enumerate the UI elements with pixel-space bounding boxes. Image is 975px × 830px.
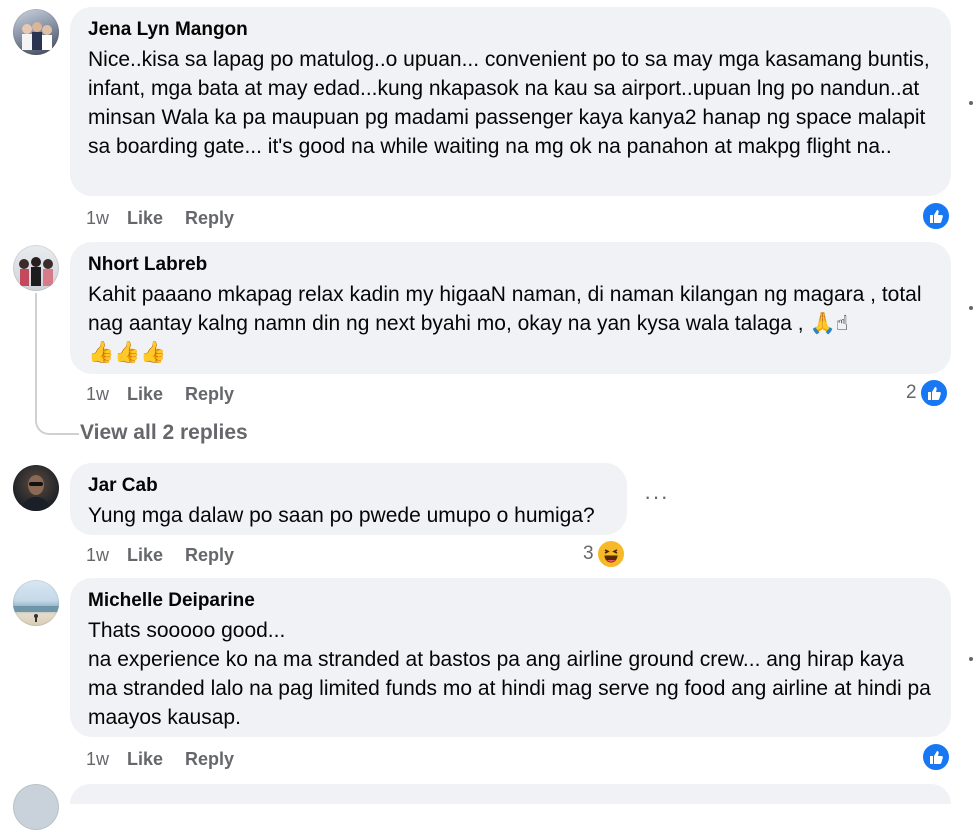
like-button[interactable]: Like [127, 749, 163, 770]
more-options-icon[interactable] [969, 101, 973, 105]
comment-emojis: 👍👍👍 [88, 341, 167, 364]
comment-bubble: Jena Lyn Mangon Nice..kisa sa lapag po m… [70, 7, 951, 196]
comment-bubble: Nhort Labreb Kahit paaano mkapag relax k… [70, 242, 951, 374]
avatar-nhort-labreb[interactable] [13, 245, 59, 291]
reaction-summary[interactable] [921, 201, 951, 231]
like-button[interactable]: Like [127, 208, 163, 229]
comment-timestamp[interactable]: 1w [86, 749, 109, 770]
comment-bubble: Michelle Deiparine Thats sooooo good... … [70, 578, 951, 737]
reaction-summary[interactable] [921, 742, 951, 772]
view-replies-link[interactable]: View all 2 replies [80, 421, 248, 445]
like-button[interactable]: Like [127, 545, 163, 566]
comment-timestamp[interactable]: 1w [86, 384, 109, 405]
like-reaction-icon [921, 742, 951, 772]
comment-actions: 1w Like Reply [86, 545, 234, 566]
comment-actions: 1w Like Reply [86, 208, 234, 229]
avatar-michelle-deiparine[interactable] [13, 580, 59, 626]
comment-text: Yung mga dalaw po saan po pwede umupo o … [88, 504, 595, 527]
like-reaction-icon [918, 378, 949, 408]
comment-bubble-partial [70, 784, 951, 804]
reaction-count: 3 [583, 543, 594, 564]
comment-timestamp[interactable]: 1w [86, 208, 109, 229]
comment-actions: 1w Like Reply [86, 749, 234, 770]
more-options-icon[interactable] [969, 306, 973, 310]
reaction-summary[interactable]: 2 [906, 378, 949, 408]
avatar-partial [13, 784, 59, 830]
avatar-jar-cab[interactable] [13, 465, 59, 511]
like-button[interactable]: Like [127, 384, 163, 405]
reply-button[interactable]: Reply [185, 545, 234, 566]
like-reaction-icon [921, 201, 951, 231]
comment-author[interactable]: Michelle Deiparine [88, 590, 933, 612]
avatar-jena-lyn-mangon[interactable] [13, 9, 59, 55]
comment-text: Thats sooooo good... na experience ko na… [88, 619, 931, 729]
reaction-summary[interactable]: 3 [583, 539, 626, 569]
comment-author[interactable]: Nhort Labreb [88, 254, 933, 276]
reply-button[interactable]: Reply [185, 384, 234, 405]
comment-bubble: Jar Cab Yung mga dalaw po saan po pwede … [70, 463, 627, 535]
comment-author[interactable]: Jar Cab [88, 475, 609, 497]
comment-text: Kahit paaano mkapag relax kadin my higaa… [88, 283, 922, 335]
comment-author[interactable]: Jena Lyn Mangon [88, 19, 933, 41]
comment-timestamp[interactable]: 1w [86, 545, 109, 566]
comment-actions: 1w Like Reply [86, 384, 234, 405]
reply-button[interactable]: Reply [185, 208, 234, 229]
more-options-icon[interactable]: ··· [644, 484, 669, 510]
reaction-count: 2 [906, 382, 917, 403]
haha-reaction-icon [595, 539, 626, 569]
more-options-icon[interactable] [969, 657, 973, 661]
comment-text: Nice..kisa sa lapag po matulog..o upuan.… [88, 48, 930, 158]
reply-button[interactable]: Reply [185, 749, 234, 770]
